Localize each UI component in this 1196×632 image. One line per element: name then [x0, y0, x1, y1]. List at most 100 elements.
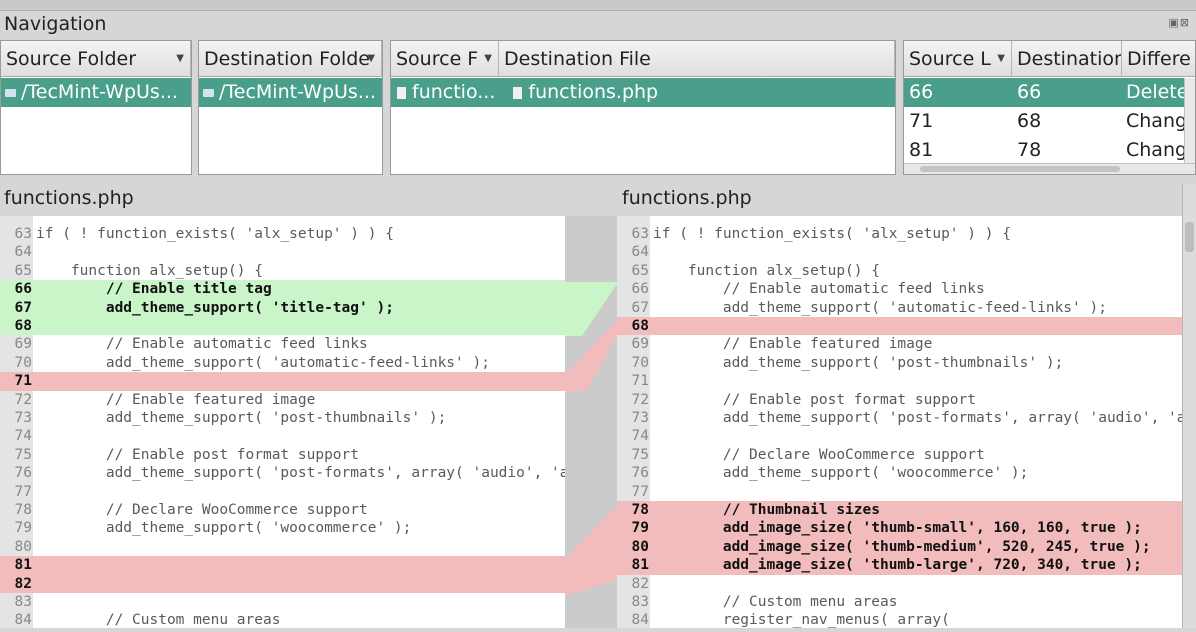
- source-line-header[interactable]: Source L ▼: [904, 41, 1012, 77]
- code-line: 72 // Enable featured image: [0, 391, 565, 409]
- line-number: 76: [631, 465, 649, 482]
- code-text: add_theme_support( 'woocommerce' );: [653, 465, 1029, 482]
- diff-type[interactable]: Chang: [1126, 136, 1184, 165]
- diff-type: Delete: [1126, 81, 1184, 103]
- editor-vertical-scrollbar[interactable]: [1182, 184, 1196, 628]
- line-number: 73: [14, 410, 32, 426]
- diff-connector-svg: [565, 282, 617, 596]
- code-text: add_theme_support( 'post-thumbnails' );: [36, 410, 447, 426]
- line-number: 68: [631, 318, 649, 334]
- navigation-title: Navigation: [4, 13, 107, 35]
- source-folder-row[interactable]: /TecMint-WpUs...: [1, 78, 191, 107]
- line-number: 71: [631, 373, 649, 390]
- diff-destination-line: 66: [1017, 81, 1042, 103]
- code-line: 68: [617, 317, 1182, 336]
- files-pane: Source F ▼ Destination File functio... f…: [390, 40, 896, 175]
- destination-file-header[interactable]: Destination File: [499, 41, 895, 77]
- right-editor[interactable]: 63 if ( ! function_exists( 'alx_setup' ) …: [617, 216, 1182, 628]
- line-number: 72: [14, 391, 32, 408]
- line-number: 79: [14, 520, 32, 537]
- destination-file-header-label: Destination File: [504, 48, 651, 70]
- file-row[interactable]: functio... functions.php: [391, 78, 895, 107]
- source-folder-header[interactable]: Source Folder ▼: [1, 41, 191, 77]
- code-text: // Enable featured image: [36, 391, 316, 408]
- scroll-thumb[interactable]: [1185, 222, 1194, 252]
- destination-folder-header[interactable]: Destination Folde ▼: [199, 41, 382, 77]
- code-line: 70 add_theme_support( 'automatic-feed-li…: [0, 354, 565, 372]
- destination-line-header[interactable]: Destination: [1012, 41, 1122, 77]
- code-line: 70 add_theme_support( 'post-thumbnails' …: [617, 354, 1182, 372]
- line-number: 83: [631, 594, 649, 610]
- code-line: 83: [0, 593, 565, 611]
- line-number: 68: [14, 318, 32, 334]
- sort-arrow-icon[interactable]: ▼: [997, 41, 1005, 76]
- line-number: 70: [14, 354, 32, 371]
- code-text: // Enable post format support: [36, 446, 360, 463]
- diff-destination-line[interactable]: 68: [1017, 107, 1041, 136]
- left-editor-title: functions.php: [4, 187, 134, 209]
- code-line: 63 if ( ! function_exists( 'alx_setup' ) …: [0, 225, 565, 243]
- differences-pane: Source L ▼ Destination Differe 66 66 Del…: [903, 40, 1196, 175]
- dock-buttons[interactable]: ▣⊠: [1168, 16, 1190, 29]
- code-text: add_image_size( 'thumb-medium', 520, 245…: [653, 538, 1151, 555]
- line-number: 80: [14, 538, 32, 555]
- left-editor[interactable]: 63 if ( ! function_exists( 'alx_setup' ) …: [0, 216, 565, 628]
- line-number: 81: [14, 557, 32, 574]
- code-text: add_theme_support( 'post-thumbnails' );: [653, 354, 1064, 371]
- code-line: 82: [0, 574, 565, 593]
- line-number: 66: [14, 281, 32, 298]
- line-number: 64: [14, 244, 32, 261]
- sort-arrow-icon[interactable]: ▼: [176, 41, 184, 76]
- code-line: 84 // Custom menu areas: [0, 611, 565, 628]
- diff-source-line: 66: [909, 81, 934, 103]
- code-line: 67 add_theme_support( 'automatic-feed-li…: [617, 299, 1182, 317]
- folder-icon: [5, 88, 16, 97]
- diff-horizontal-scrollbar[interactable]: [904, 163, 1195, 174]
- code-line: 83 // Custom menu areas: [617, 593, 1182, 611]
- code-line: 76 add_theme_support( 'woocommerce' );: [617, 464, 1182, 482]
- code-line: 72 // Enable post format support: [617, 391, 1182, 409]
- code-line: 82: [617, 575, 1182, 593]
- code-line: 75 // Declare WooCommerce support: [617, 446, 1182, 464]
- destination-folder-header-label: Destination Folde: [204, 48, 370, 70]
- source-file-header[interactable]: Source F ▼: [391, 41, 499, 77]
- code-line: 77: [617, 483, 1182, 501]
- diff-destination-line[interactable]: 78: [1017, 136, 1041, 165]
- code-line: 73 add_theme_support( 'post-formats', ar…: [617, 409, 1182, 427]
- line-number: 73: [631, 410, 649, 426]
- code-line: 78 // Declare WooCommerce support: [0, 501, 565, 519]
- sort-arrow-icon[interactable]: ▼: [484, 41, 492, 76]
- line-number: 72: [631, 391, 649, 408]
- code-line: 68: [0, 317, 565, 336]
- code-line: 66 // Enable automatic feed links: [617, 280, 1182, 298]
- diff-vertical-scrollbar[interactable]: [1184, 78, 1195, 163]
- code-text: add_theme_support( 'post-formats', array…: [36, 465, 565, 482]
- code-text: add_theme_support( 'post-formats', array…: [653, 410, 1182, 426]
- destination-folder-row[interactable]: /TecMint-WpUs...: [199, 78, 382, 107]
- line-number: 67: [631, 299, 649, 316]
- code-line: 79 add_theme_support( 'woocommerce' );: [0, 519, 565, 537]
- destination-folder-pane: Destination Folde ▼ /TecMint-WpUs...: [198, 40, 383, 175]
- code-line: 63 if ( ! function_exists( 'alx_setup' ) …: [617, 225, 1182, 243]
- code-text: add_theme_support( 'title-tag' );: [36, 299, 394, 316]
- line-number: 76: [14, 465, 32, 482]
- code-line: 65 function alx_setup() {: [0, 262, 565, 280]
- scroll-thumb[interactable]: [920, 166, 1120, 172]
- line-number: 83: [14, 594, 32, 610]
- diff-type[interactable]: Chang: [1126, 107, 1184, 136]
- diff-source-line[interactable]: 71: [909, 107, 933, 136]
- code-line: 69 // Enable automatic feed links: [0, 335, 565, 353]
- difference-header[interactable]: Differe: [1122, 41, 1195, 77]
- code-line: 65 function alx_setup() {: [617, 262, 1182, 280]
- sort-arrow-icon[interactable]: ▼: [367, 41, 375, 76]
- line-number: 64: [631, 244, 649, 261]
- code-line: 81: [0, 556, 565, 575]
- code-text: // Custom menu areas: [36, 612, 281, 628]
- line-number: 84: [14, 612, 32, 628]
- diff-source-line[interactable]: 81: [909, 136, 933, 165]
- line-number: 79: [631, 520, 649, 537]
- line-number: 66: [631, 281, 649, 298]
- source-folder-header-label: Source Folder: [6, 48, 137, 70]
- destination-file-value: functions.php: [528, 81, 659, 103]
- code-text: if ( ! function_exists( 'alx_setup' ) ) …: [653, 226, 1011, 242]
